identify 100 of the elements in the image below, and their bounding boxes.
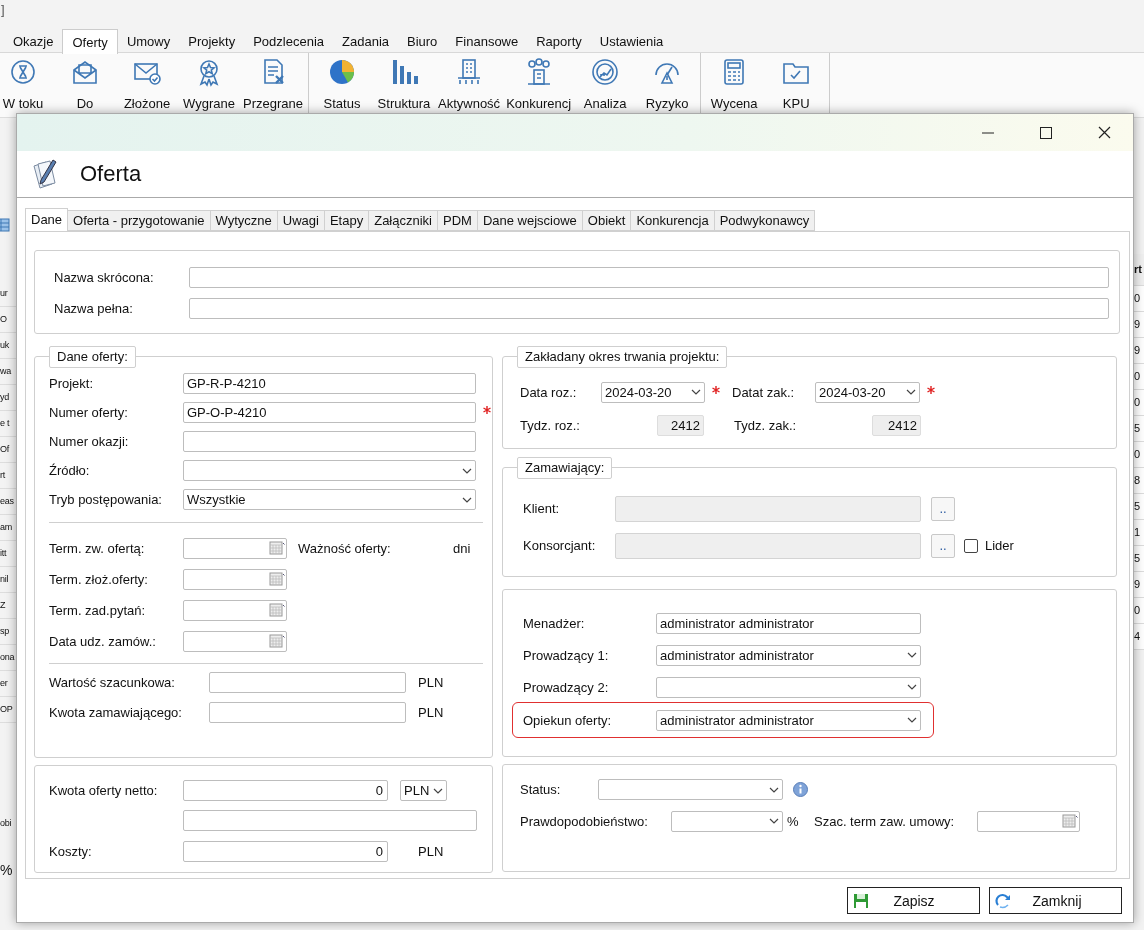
- group-title: Dane oferty:: [49, 346, 136, 368]
- text-field[interactable]: administrator administrator: [656, 612, 921, 634]
- text-field[interactable]: [183, 431, 476, 452]
- tab[interactable]: Konkurencja: [631, 210, 715, 231]
- cell-text: O: [0, 314, 7, 324]
- date-field[interactable]: [183, 569, 287, 590]
- dropdown[interactable]: [656, 676, 921, 698]
- ribbon-tab[interactable]: Ustawienia: [590, 32, 673, 52]
- toolbar-button[interactable]: W toku: [0, 53, 54, 115]
- text-field[interactable]: [615, 495, 921, 522]
- date-field[interactable]: [183, 538, 287, 559]
- toolbar-button[interactable]: Wycena: [703, 53, 766, 115]
- cell-text: rt: [0, 470, 5, 480]
- text-field[interactable]: 0: [183, 780, 388, 801]
- field-label: Szac. term zaw. umowy:: [814, 813, 956, 829]
- field-label: Tydz. zak.:: [734, 417, 798, 433]
- toolbar-button[interactable]: Przegrane: [240, 53, 306, 115]
- text-field[interactable]: [189, 298, 1109, 319]
- date-field[interactable]: [183, 600, 287, 621]
- close-icon[interactable]: [1097, 126, 1111, 139]
- ribbon-tab[interactable]: Okazje: [4, 32, 63, 52]
- currency-dropdown[interactable]: PLN: [400, 780, 448, 801]
- dropdown[interactable]: [671, 810, 783, 832]
- toolbar-button[interactable]: Status: [311, 53, 373, 115]
- ribbon-tab[interactable]: Projekty: [179, 32, 245, 52]
- cell-text: sp: [0, 626, 9, 636]
- toolbar-button[interactable]: Wygrane: [178, 53, 240, 115]
- tab[interactable]: PDM: [438, 210, 478, 231]
- ribbon-tab[interactable]: Finansowe: [446, 32, 528, 52]
- tab[interactable]: Etapy: [324, 210, 370, 231]
- cell-text: yd: [0, 392, 9, 402]
- cell-text: itt: [0, 548, 7, 558]
- field-label: Konsorcjant:: [523, 538, 597, 553]
- cell-text: eas: [0, 496, 14, 506]
- text-field[interactable]: [615, 532, 921, 559]
- toolbar-button[interactable]: Struktura: [373, 53, 435, 115]
- checkbox[interactable]: [964, 538, 978, 553]
- save-button[interactable]: Zapisz: [847, 887, 980, 914]
- text-field[interactable]: [183, 809, 477, 831]
- tab[interactable]: Dane wejsciowe: [477, 210, 583, 231]
- tab[interactable]: Dane: [25, 208, 69, 231]
- dropdown[interactable]: [598, 779, 783, 800]
- calendar-icon: [1062, 813, 1078, 829]
- info-icon[interactable]: [793, 782, 808, 797]
- dropdown[interactable]: administrator administrator: [656, 709, 921, 731]
- cell-text: 5: [1134, 422, 1141, 434]
- ribbon-tab[interactable]: Umowy: [117, 32, 180, 52]
- dropdown[interactable]: [183, 460, 476, 481]
- dropdown[interactable]: Wszystkie: [183, 489, 476, 510]
- tab[interactable]: Wytyczne: [210, 210, 278, 231]
- cell-text: er: [0, 678, 8, 688]
- tab[interactable]: Podwykonawcy: [714, 210, 816, 231]
- maximize-icon[interactable]: [1040, 126, 1052, 139]
- checkbox-label: Lider: [985, 538, 1014, 553]
- tab[interactable]: Obiekt: [582, 210, 632, 231]
- chevron-icon: [907, 652, 917, 658]
- ribbon-tab[interactable]: Zadania: [333, 32, 398, 52]
- hourglass-icon: [8, 57, 38, 87]
- date-field[interactable]: [183, 631, 287, 652]
- toolbar-button[interactable]: Konkurencj: [503, 53, 575, 115]
- date-field[interactable]: [977, 810, 1080, 832]
- ribbon-tab[interactable]: Raporty: [527, 32, 591, 52]
- cell-text: wa: [0, 366, 11, 376]
- field-label: Koszty:: [49, 843, 93, 859]
- cell-text: 4: [1134, 630, 1141, 642]
- text-field[interactable]: [189, 267, 1109, 288]
- ribbon-tab[interactable]: Oferty: [62, 29, 118, 54]
- date-dropdown[interactable]: 2024-03-20: [815, 381, 920, 403]
- ribbon-tab[interactable]: Podzlecenia: [244, 32, 333, 52]
- dialog-title: Oferta: [80, 161, 142, 187]
- tab[interactable]: Oferta - przygotowanie: [68, 210, 211, 231]
- unit-label: PLN: [418, 704, 444, 720]
- toolbar-button[interactable]: KPU: [765, 53, 828, 115]
- toolbar-button[interactable]: Złożone: [116, 53, 178, 115]
- text-field[interactable]: 0: [183, 840, 388, 862]
- text-field[interactable]: GP-R-P-4210: [183, 373, 476, 394]
- chevron-icon: [907, 717, 917, 723]
- toolbar-button[interactable]: Analiza: [574, 53, 637, 115]
- text-field[interactable]: GP-O-P-4210: [183, 402, 476, 423]
- tab[interactable]: Uwagi: [277, 210, 325, 231]
- cell-text: 9: [1134, 318, 1141, 330]
- dropdown[interactable]: administrator administrator: [656, 644, 921, 666]
- toolbar-button[interactable]: Ryzyko: [636, 53, 699, 115]
- cell-text: uk: [0, 340, 9, 350]
- cell-text: 0: [1134, 292, 1141, 304]
- minimize-icon[interactable]: [982, 131, 994, 134]
- cell-text: Z: [0, 600, 6, 610]
- date-dropdown[interactable]: 2024-03-20: [601, 381, 705, 403]
- text-field[interactable]: [209, 701, 406, 723]
- title-fragment: ]: [1, 2, 5, 17]
- chevron-icon: [691, 389, 701, 395]
- browse-button[interactable]: ..: [931, 533, 955, 558]
- text-field[interactable]: [209, 671, 406, 693]
- ribbon-tab[interactable]: Biuro: [398, 32, 447, 52]
- calendar-icon: [269, 572, 285, 587]
- close-button[interactable]: Zamknij: [989, 887, 1122, 914]
- browse-button[interactable]: ..: [931, 496, 955, 521]
- tab[interactable]: Załączniki: [369, 210, 438, 231]
- toolbar-button[interactable]: Aktywność: [435, 53, 504, 115]
- toolbar-button[interactable]: Do: [54, 53, 116, 115]
